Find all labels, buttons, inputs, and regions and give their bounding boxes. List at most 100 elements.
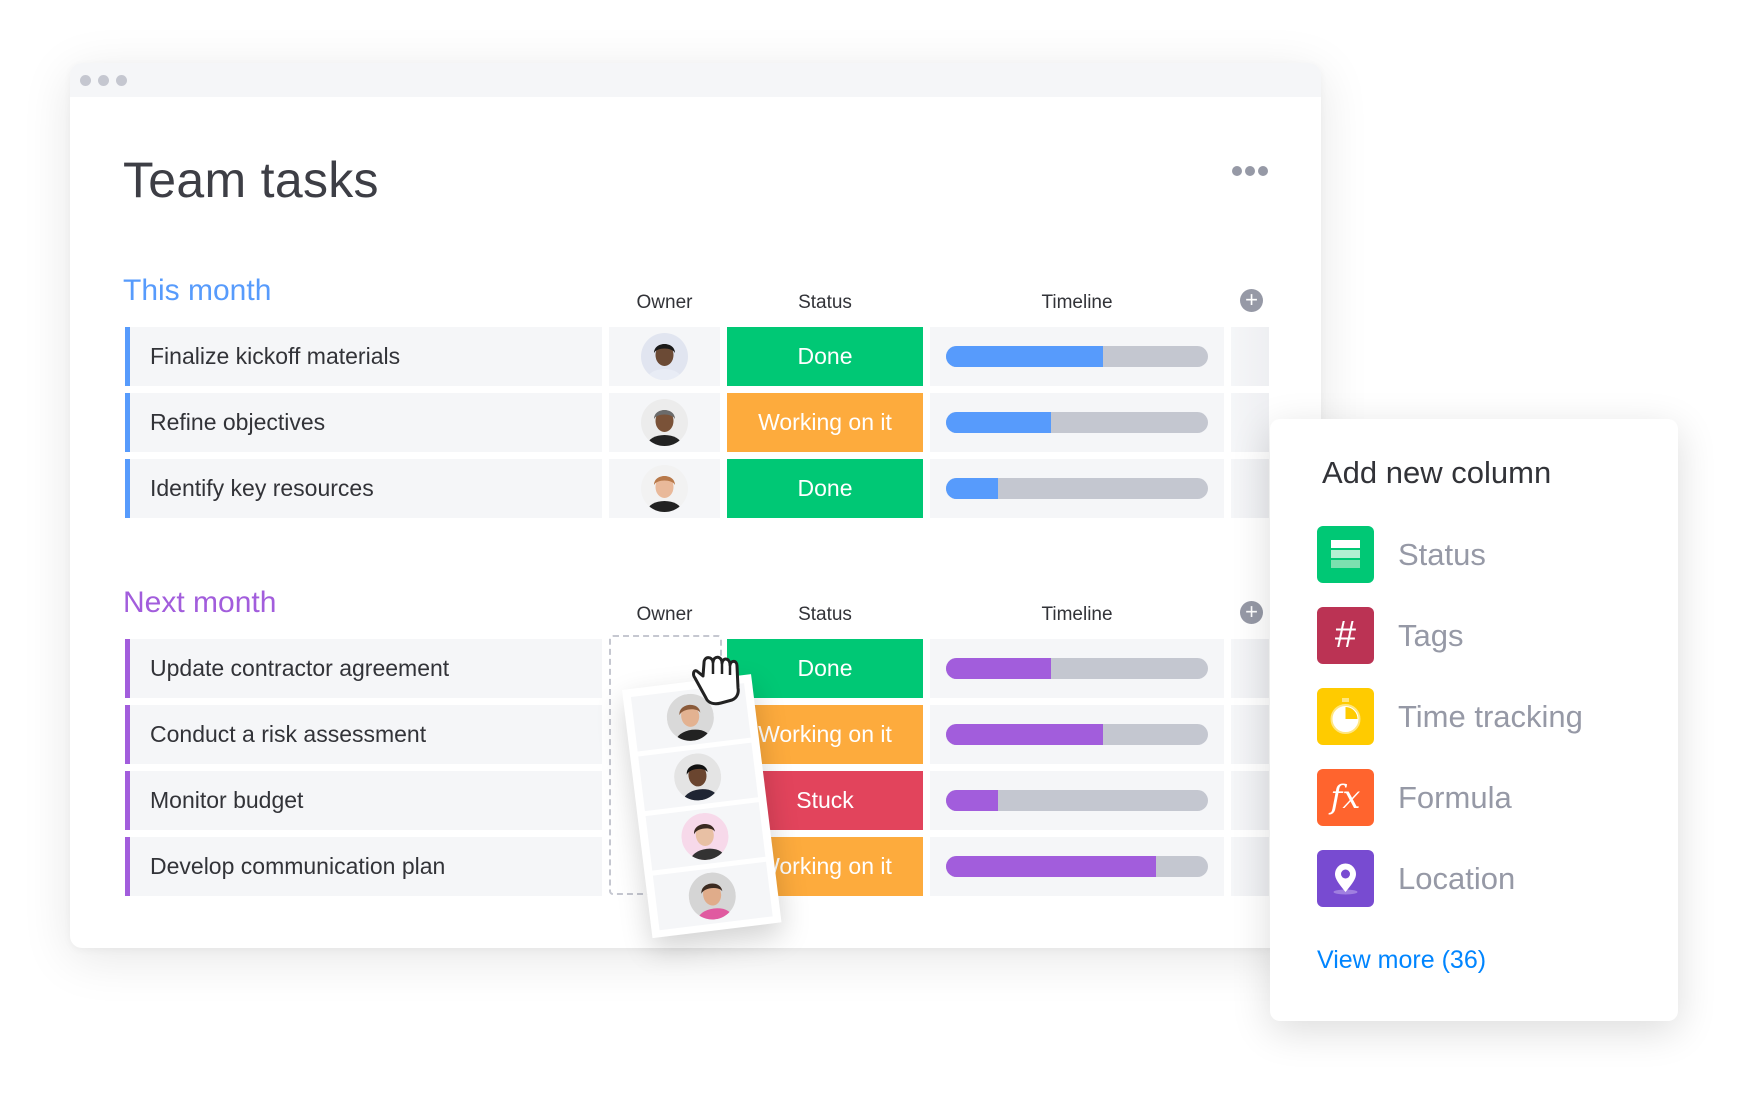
task-name: Develop communication plan [150, 853, 446, 879]
add-column-label: Status [1398, 537, 1486, 572]
timeline-cell[interactable] [930, 327, 1224, 386]
hashtag-icon: # [1317, 607, 1374, 664]
owner-avatar [686, 869, 739, 923]
extra-cell [1231, 639, 1269, 698]
column-header-timeline[interactable]: Timeline [930, 604, 1224, 626]
panel-title: Add new column [1322, 455, 1552, 490]
group-color-bar [125, 459, 130, 518]
extra-cell [1231, 705, 1269, 764]
extra-cell [1231, 771, 1269, 830]
add-column-label: Tags [1398, 618, 1464, 653]
timeline-bar[interactable] [946, 412, 1208, 433]
group-color-bar [125, 705, 130, 764]
timeline-cell[interactable] [930, 771, 1224, 830]
extra-cell [1231, 837, 1269, 896]
status-cell[interactable]: Done [727, 327, 923, 386]
dragged-owner-cell[interactable] [645, 802, 766, 871]
column-header-owner[interactable]: Owner [609, 604, 720, 626]
group-color-bar [125, 327, 130, 386]
column-header-owner[interactable]: Owner [609, 292, 720, 314]
dragged-owner-cell[interactable] [652, 861, 773, 931]
timeline-bar[interactable] [946, 478, 1208, 499]
timeline-cell[interactable] [930, 705, 1224, 764]
task-name: Update contractor agreement [150, 655, 450, 681]
add-column-status[interactable]: Status [1317, 526, 1657, 583]
status-icon [1317, 526, 1374, 583]
stopwatch-icon [1317, 688, 1374, 745]
timeline-bar[interactable] [946, 724, 1208, 745]
task-name-cell[interactable]: Finalize kickoff materials [125, 327, 602, 386]
task-name-cell[interactable]: Refine objectives [125, 393, 602, 452]
group-color-bar [125, 837, 130, 896]
group-title-next-month[interactable]: Next month [123, 586, 276, 620]
timeline-cell[interactable] [930, 393, 1224, 452]
task-name: Identify key resources [150, 475, 374, 501]
owner-cell[interactable] [609, 459, 720, 518]
window-dot-icon [98, 75, 109, 86]
plus-circle-icon[interactable]: + [1240, 289, 1263, 312]
timeline-fill [946, 724, 1104, 745]
more-horizontal-icon[interactable] [1232, 166, 1268, 176]
extra-cell [1231, 393, 1269, 452]
timeline-fill [946, 346, 1104, 367]
column-header-status[interactable]: Status [727, 292, 923, 314]
timeline-bar[interactable] [946, 346, 1208, 367]
group-color-bar [125, 771, 130, 830]
column-header-status[interactable]: Status [727, 604, 923, 626]
timeline-bar[interactable] [946, 658, 1208, 679]
timeline-fill [946, 478, 999, 499]
status-cell[interactable]: Working on it [727, 393, 923, 452]
task-name: Monitor budget [150, 787, 304, 813]
task-name: Conduct a risk assessment [150, 721, 427, 747]
timeline-fill [946, 790, 999, 811]
group-color-bar [125, 639, 130, 698]
add-column-label: Location [1398, 861, 1516, 896]
timeline-fill [946, 658, 1051, 679]
dragged-owner-cell[interactable] [638, 742, 759, 812]
timeline-cell[interactable] [930, 837, 1224, 896]
column-header-timeline[interactable]: Timeline [930, 292, 1224, 314]
owner-avatar [671, 750, 724, 804]
timeline-bar[interactable] [946, 856, 1208, 877]
window-dot-icon [80, 75, 91, 86]
timeline-fill [946, 856, 1156, 877]
plus-circle-icon[interactable]: + [1240, 601, 1263, 624]
task-name-cell[interactable]: Update contractor agreement [125, 639, 602, 698]
status-cell[interactable]: Done [727, 639, 923, 698]
add-column-label: Time tracking [1398, 699, 1583, 734]
add-column-location[interactable]: Location [1317, 850, 1657, 907]
grab-hand-icon [692, 655, 740, 706]
task-name: Refine objectives [150, 409, 326, 435]
window-dot-icon [116, 75, 127, 86]
owner-avatar[interactable] [641, 333, 688, 380]
task-name-cell[interactable]: Develop communication plan [125, 837, 602, 896]
extra-cell [1231, 459, 1269, 518]
timeline-bar[interactable] [946, 790, 1208, 811]
group-color-bar [125, 393, 130, 452]
group-title-this-month[interactable]: This month [123, 274, 271, 308]
add-column-label: Formula [1398, 780, 1512, 815]
board-title: Team tasks [123, 152, 379, 208]
owner-avatar[interactable] [641, 465, 688, 512]
extra-cell [1231, 327, 1269, 386]
owner-avatar [678, 810, 732, 863]
view-more-link[interactable]: View more (36) [1317, 946, 1486, 975]
location-pin-icon [1317, 850, 1374, 907]
add-column-time-tracking[interactable]: Time tracking [1317, 688, 1657, 745]
owner-cell[interactable] [609, 393, 720, 452]
task-name: Finalize kickoff materials [150, 343, 401, 369]
owner-cell[interactable] [609, 327, 720, 386]
window-titlebar [70, 63, 1321, 97]
add-column-panel: Add new column Status # Tags Time tracki… [1270, 419, 1678, 1021]
timeline-fill [946, 412, 1051, 433]
task-name-cell[interactable]: Conduct a risk assessment [125, 705, 602, 764]
timeline-cell[interactable] [930, 459, 1224, 518]
owner-avatar[interactable] [641, 399, 688, 446]
add-column-tags[interactable]: # Tags [1317, 607, 1657, 664]
task-name-cell[interactable]: Monitor budget [125, 771, 602, 830]
status-cell[interactable]: Done [727, 459, 923, 518]
timeline-cell[interactable] [930, 639, 1224, 698]
add-column-formula[interactable]: fx Formula [1317, 769, 1657, 826]
task-name-cell[interactable]: Identify key resources [125, 459, 602, 518]
formula-icon: fx [1317, 769, 1374, 826]
